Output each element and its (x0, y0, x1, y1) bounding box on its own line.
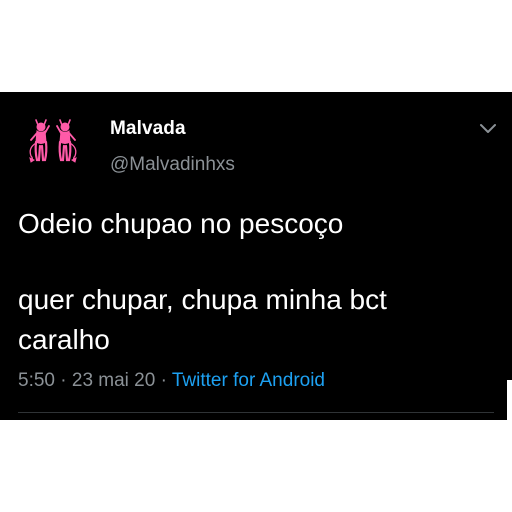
avatar[interactable] (22, 112, 84, 174)
tweet-text: Odeio chupao no pescoço quer chupar, chu… (18, 204, 498, 360)
meta-separator: · (155, 370, 172, 391)
tweet-metadata: 5:50 · 23 mai 20 · Twitter for Android (18, 370, 325, 392)
tweet-date[interactable]: 23 mai 20 (72, 370, 155, 391)
tweet-text-line: Odeio chupao no pescoço (18, 208, 344, 239)
pink-devil-girls-avatar-icon (29, 119, 77, 163)
frame-edge (507, 380, 512, 420)
author-name[interactable]: Malvada (110, 118, 186, 140)
author-handle[interactable]: @Malvadinhxs (110, 154, 235, 176)
tweet-card: Malvada @Malvadinhxs Odeio chupao no pes… (0, 92, 512, 420)
tweet-time[interactable]: 5:50 (18, 370, 55, 391)
meta-separator: · (54, 370, 72, 391)
tweet-text-line: quer chupar, chupa minha bct (18, 284, 387, 315)
tweet-menu-button[interactable] (478, 122, 498, 136)
divider (18, 412, 494, 413)
chevron-down-icon (480, 124, 496, 133)
tweet-source-link[interactable]: Twitter for Android (172, 370, 325, 391)
tweet-text-line: caralho (18, 324, 110, 355)
